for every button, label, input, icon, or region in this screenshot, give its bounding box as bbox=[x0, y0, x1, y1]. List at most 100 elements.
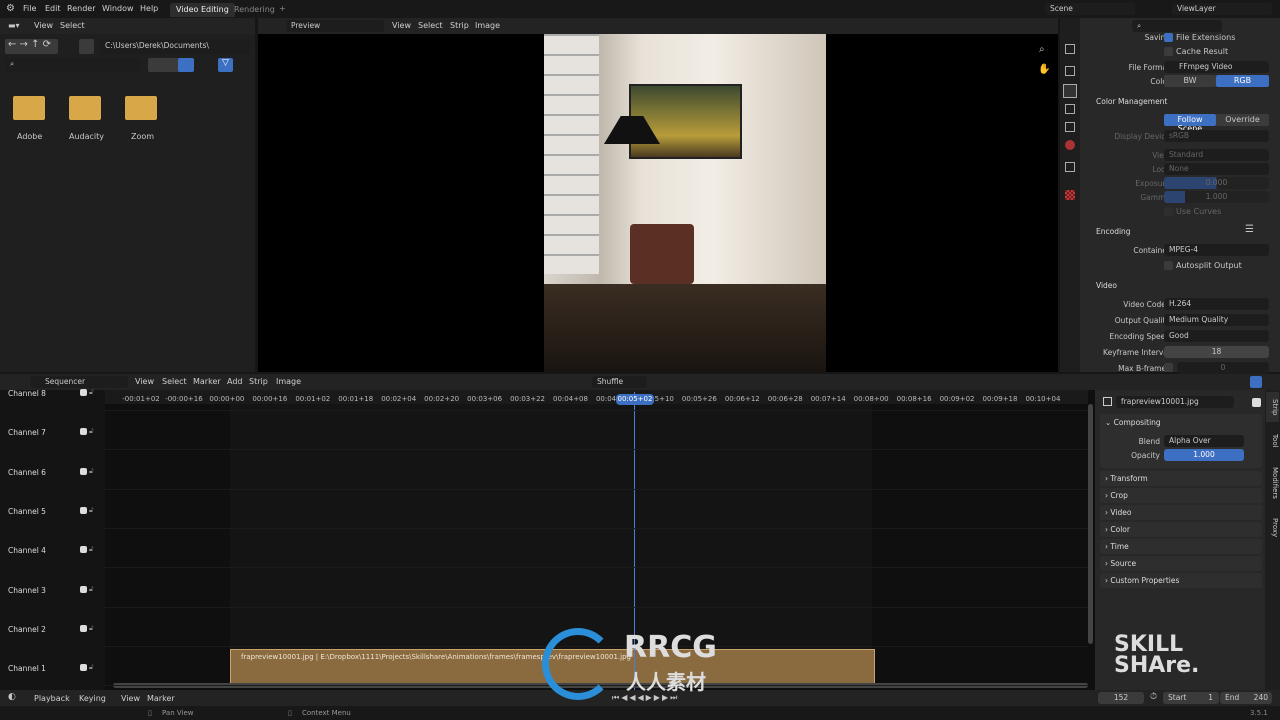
speed-dropdown[interactable]: Good bbox=[1164, 330, 1269, 342]
properties-search[interactable]: ⌕ bbox=[1132, 20, 1222, 32]
lock-icon[interactable]: 🔓︎ bbox=[89, 545, 94, 554]
menu-edit[interactable]: Edit bbox=[45, 4, 61, 13]
end-frame-field[interactable]: End 240 bbox=[1220, 692, 1272, 704]
compositing-header[interactable]: ⌄ Compositing bbox=[1105, 418, 1161, 427]
autosplit-checkbox[interactable] bbox=[1164, 261, 1173, 270]
channel-mute-checkbox[interactable] bbox=[80, 664, 87, 672]
lock-icon[interactable]: 🔓︎ bbox=[89, 585, 94, 594]
channel-mute-checkbox[interactable] bbox=[80, 506, 87, 514]
channel-mute-checkbox[interactable] bbox=[80, 389, 87, 396]
zoom-icon[interactable]: ⌕ bbox=[1039, 44, 1045, 55]
section-time[interactable]: › Time bbox=[1100, 539, 1262, 554]
filter-icon[interactable]: ▽ bbox=[218, 58, 233, 72]
channel-row[interactable]: Channel 8 🔓︎ bbox=[0, 387, 105, 401]
container-dropdown[interactable]: MPEG-4 bbox=[1164, 244, 1269, 256]
tab-video-editing[interactable]: Video Editing bbox=[170, 3, 235, 17]
section-color[interactable]: › Color bbox=[1100, 522, 1262, 537]
section-source[interactable]: › Source bbox=[1100, 556, 1262, 571]
blend-dropdown[interactable]: Alpha Over bbox=[1164, 435, 1244, 447]
scene-selector[interactable]: Scene bbox=[1045, 3, 1135, 15]
menu-marker[interactable]: Marker bbox=[193, 377, 221, 386]
current-frame-field[interactable]: 152 bbox=[1098, 692, 1144, 704]
editor-type-icon[interactable]: ▬▾ bbox=[8, 21, 20, 30]
menu-view[interactable]: View bbox=[135, 377, 154, 386]
color-rgb-button[interactable]: RGB bbox=[1216, 75, 1269, 87]
channel-row[interactable]: Channel 7 🔓︎ bbox=[0, 426, 105, 440]
encoding-header[interactable]: Encoding bbox=[1096, 227, 1131, 236]
path-field[interactable]: C:\Users\Derek\Documents\ bbox=[100, 40, 250, 54]
bframes-field[interactable]: 0 bbox=[1177, 362, 1269, 374]
file-extensions-checkbox[interactable] bbox=[1164, 33, 1173, 42]
keyframe-field[interactable]: 18 bbox=[1164, 346, 1269, 358]
menu-render[interactable]: Render bbox=[67, 4, 95, 13]
strip-name-field[interactable]: frapreview10001.jpg bbox=[1116, 396, 1234, 408]
channel-row[interactable]: Channel 3 🔓︎ bbox=[0, 584, 105, 598]
channel-row[interactable]: Channel 2 🔓︎ bbox=[0, 623, 105, 637]
bframes-checkbox[interactable] bbox=[1164, 363, 1173, 372]
section-video[interactable]: › Video bbox=[1100, 505, 1262, 520]
hand-icon[interactable]: ✋ bbox=[1038, 64, 1050, 75]
presets-list-icon[interactable]: ☰ bbox=[1245, 224, 1254, 235]
lock-icon[interactable]: 🔓︎ bbox=[89, 624, 94, 633]
color-bw-button[interactable]: BW bbox=[1164, 75, 1216, 87]
view-mode-selector[interactable]: Preview bbox=[286, 20, 384, 32]
timeline-editor-icon[interactable]: ◐ bbox=[8, 692, 16, 702]
playhead-frame-label[interactable]: 00:05+02 bbox=[616, 394, 654, 405]
world-tab-icon[interactable] bbox=[1065, 140, 1075, 150]
channel-mute-checkbox[interactable] bbox=[80, 546, 87, 554]
menu-window[interactable]: Window bbox=[102, 4, 134, 13]
menu-select[interactable]: Select bbox=[162, 377, 187, 386]
add-workspace-button[interactable]: + bbox=[279, 4, 286, 13]
tab-rendering[interactable]: Rendering bbox=[228, 3, 281, 17]
menu-add[interactable]: Add bbox=[227, 377, 243, 386]
video-header[interactable]: Video bbox=[1096, 281, 1117, 290]
channel-mute-checkbox[interactable] bbox=[80, 467, 87, 475]
thumbnail-mode-icon[interactable] bbox=[178, 58, 194, 72]
opacity-slider[interactable]: 1.000 bbox=[1164, 449, 1244, 461]
lock-icon[interactable]: 🔓︎ bbox=[89, 506, 94, 515]
section-crop[interactable]: › Crop bbox=[1100, 488, 1262, 503]
search-input[interactable]: ⌕ bbox=[5, 58, 141, 72]
menu-help[interactable]: Help bbox=[140, 4, 158, 13]
channel-row[interactable]: Channel 1 🔓︎ bbox=[0, 662, 105, 676]
lock-icon[interactable]: 🔓︎ bbox=[89, 467, 94, 476]
preview-area[interactable]: Preview View Select Strip Image ⌕ ✋ bbox=[258, 18, 1058, 372]
channel-mute-checkbox[interactable] bbox=[80, 624, 87, 632]
menu-file[interactable]: File bbox=[23, 4, 36, 13]
menu-marker[interactable]: Marker bbox=[147, 694, 175, 703]
view-layer-tab-icon[interactable] bbox=[1065, 104, 1075, 114]
lock-icon[interactable]: 🔓︎ bbox=[89, 427, 94, 436]
stopwatch-icon[interactable]: ⏱ bbox=[1150, 692, 1157, 702]
quality-dropdown[interactable]: Medium Quality bbox=[1164, 314, 1269, 326]
section-transform[interactable]: › Transform bbox=[1100, 471, 1262, 486]
nav-buttons[interactable]: ← → ↑ ⟳ bbox=[5, 39, 58, 54]
render-tab-icon[interactable] bbox=[1065, 66, 1075, 76]
codec-dropdown[interactable]: H.264 bbox=[1164, 298, 1269, 310]
menu-select[interactable]: Select bbox=[418, 21, 443, 30]
channel-mute-checkbox[interactable] bbox=[80, 428, 87, 436]
cache-result-checkbox[interactable] bbox=[1164, 47, 1173, 56]
start-frame-field[interactable]: Start 1 bbox=[1163, 692, 1219, 704]
menu-keying[interactable]: Keying bbox=[79, 694, 106, 703]
color-management-header[interactable]: Color Management bbox=[1096, 97, 1167, 106]
override-button[interactable]: Override bbox=[1216, 114, 1269, 126]
strip-mute-checkbox[interactable] bbox=[1252, 398, 1261, 407]
lock-icon[interactable]: 🔓︎ bbox=[89, 388, 94, 397]
blender-logo-icon[interactable]: ⚙ bbox=[6, 3, 15, 14]
sidebar-tab-proxy[interactable]: Proxy bbox=[1266, 510, 1279, 546]
view-layer-selector[interactable]: ViewLayer bbox=[1172, 3, 1272, 15]
channel-row[interactable]: Channel 6 🔓︎ bbox=[0, 466, 105, 480]
collection-tab-icon[interactable] bbox=[1065, 162, 1075, 172]
scene-tab-icon[interactable] bbox=[1065, 122, 1075, 132]
channel-row[interactable]: Channel 4 🔓︎ bbox=[0, 544, 105, 558]
menu-image[interactable]: Image bbox=[475, 21, 500, 30]
menu-view[interactable]: View bbox=[34, 21, 53, 30]
display-mode-buttons[interactable] bbox=[148, 58, 194, 72]
lock-icon[interactable]: 🔓︎ bbox=[89, 663, 94, 672]
menu-strip[interactable]: Strip bbox=[450, 21, 469, 30]
menu-playback[interactable]: Playback bbox=[34, 694, 70, 703]
follow-scene-button[interactable]: Follow Scene bbox=[1164, 114, 1216, 133]
sidebar-tab-strip[interactable]: Strip bbox=[1266, 392, 1279, 422]
file-format-dropdown[interactable]: FFmpeg Video bbox=[1164, 61, 1269, 73]
sidebar-tab-modifiers[interactable]: Modifiers bbox=[1266, 460, 1279, 506]
